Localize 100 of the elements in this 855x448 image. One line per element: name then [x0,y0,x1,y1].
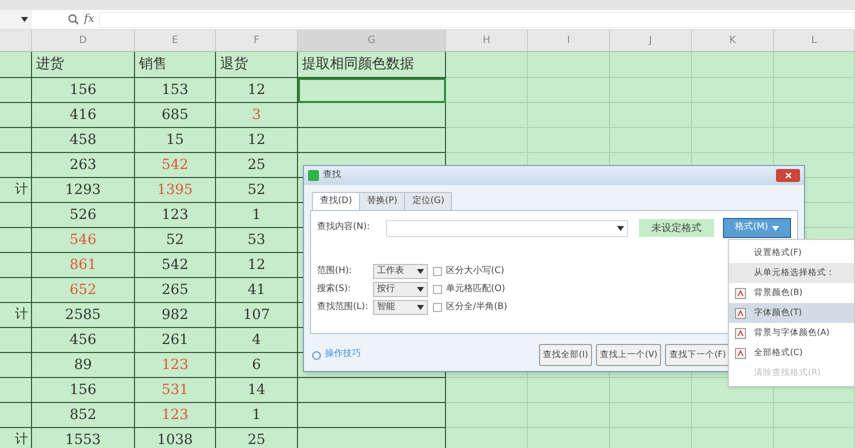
selected-cell[interactable] [298,78,446,103]
table-cell: 982 [135,303,216,328]
selected-cell[interactable] [298,103,446,128]
table-cell: 12 [216,253,298,278]
table-cell: 12 [216,128,298,153]
table-cell: 41 [216,278,298,303]
table-cell: 2585 [32,303,135,328]
table-cell [0,353,32,378]
grid-cell [0,52,32,78]
table-cell: 861 [32,253,135,278]
format-icon [735,308,746,318]
caret-icon [21,17,28,22]
table-cell: 261 [135,328,216,353]
table-cell: 526 [32,203,135,228]
name-box[interactable] [0,10,32,29]
table-cell: 685 [135,103,216,128]
table-cell [0,128,32,153]
checkbox[interactable] [433,285,442,294]
tab[interactable]: 查找(D) [312,192,360,211]
menu-item-label: 背景颜色(B) [754,286,802,300]
format-icon [735,288,746,298]
menu-item[interactable]: 全部格式(C) [729,343,854,363]
caret-icon [417,305,424,310]
table-cell [0,378,32,403]
tab[interactable]: 定位(G) [404,192,452,211]
table-cell: 153 [135,78,216,103]
table-cell: 进货 [32,52,135,78]
checkbox-label: 区分大小写(C) [446,264,504,278]
dropdown[interactable]: 智能 [373,300,428,315]
table-cell: 1553 [32,428,135,448]
menu-item-label: 设置格式(F) [754,246,802,260]
close-button[interactable] [776,169,800,182]
table-cell: 156 [32,78,135,103]
selected-cell[interactable] [298,378,446,403]
dialog-button[interactable]: 查找上一个(V) [596,344,662,366]
table-cell: 531 [135,378,216,403]
selected-cell[interactable] [298,128,446,153]
checkbox[interactable] [433,303,442,312]
checkbox-label: 单元格匹配(O) [446,282,506,296]
table-cell: 6 [216,353,298,378]
menu-item[interactable]: 字体颜色(T) [729,303,854,323]
fx-label[interactable]: fx [84,11,94,28]
option-label: 查找范围(L): [317,300,370,314]
table-cell: 退货 [216,52,298,78]
table-cell: 416 [32,103,135,128]
menu-item-label: 背景与字体颜色(A) [754,326,830,340]
dialog-button[interactable]: 查找下一个(F) [665,344,730,366]
menu-item-label: 清除查找格式(R) [754,366,821,380]
option-label: 范围(H): [317,264,353,278]
table-cell: 652 [32,278,135,303]
table-cell: 123 [135,403,216,428]
checkbox[interactable] [433,267,442,276]
table-cell: 456 [32,328,135,353]
table-cell [0,253,32,278]
table-cell: 1038 [135,428,216,448]
selected-cell[interactable] [298,403,446,428]
menu-item-label: 全部格式(C) [754,346,803,360]
table-cell: 52 [216,178,298,203]
menu-item-label: 字体颜色(T) [754,306,802,320]
format-icon [735,328,746,338]
formula-input[interactable] [99,12,855,28]
table-cell: 25 [216,153,298,178]
table-cell: 计 [0,178,32,203]
table-cell [0,103,32,128]
table-cell: 1 [216,203,298,228]
tab[interactable]: 替换(P) [358,192,406,211]
table-cell: 458 [32,128,135,153]
table-cell: 提取相同颜色数据 [298,52,446,78]
zoom-icon[interactable] [68,14,79,25]
table-cell: 12 [216,78,298,103]
table-cell: 53 [216,228,298,253]
dropdown[interactable]: 工作表 [373,264,428,279]
info-icon [312,350,321,360]
table-cell: 265 [135,278,216,303]
table-cell [0,228,32,253]
format-status: 未设定格式 [638,219,714,237]
table-cell [0,328,32,353]
dialog-button[interactable]: 查找全部(I) [538,344,592,366]
table-cell: 123 [135,203,216,228]
table-cell [0,153,32,178]
close-icon [784,172,792,179]
caret-icon [616,226,624,230]
table-cell [0,278,32,303]
table-cell: 1395 [135,178,216,203]
caret-icon [417,269,424,274]
table-cell: 123 [135,353,216,378]
format-icon [735,348,746,358]
table-cell: 263 [32,153,135,178]
checkbox-label: 区分全/半角(B) [446,300,508,314]
table-cell: 52 [135,228,216,253]
menu-item-label: 从单元格选择格式： [754,266,835,280]
table-cell: 1293 [32,178,135,203]
find-input[interactable] [386,220,628,236]
table-cell: 25 [216,428,298,448]
table-cell: 计 [0,428,32,448]
menu-item[interactable]: 背景与字体颜色(A) [729,323,854,343]
table-cell: 3 [216,103,298,128]
table-cell: 107 [216,303,298,328]
dropdown[interactable]: 按行 [373,282,428,297]
caret-icon [772,226,780,230]
